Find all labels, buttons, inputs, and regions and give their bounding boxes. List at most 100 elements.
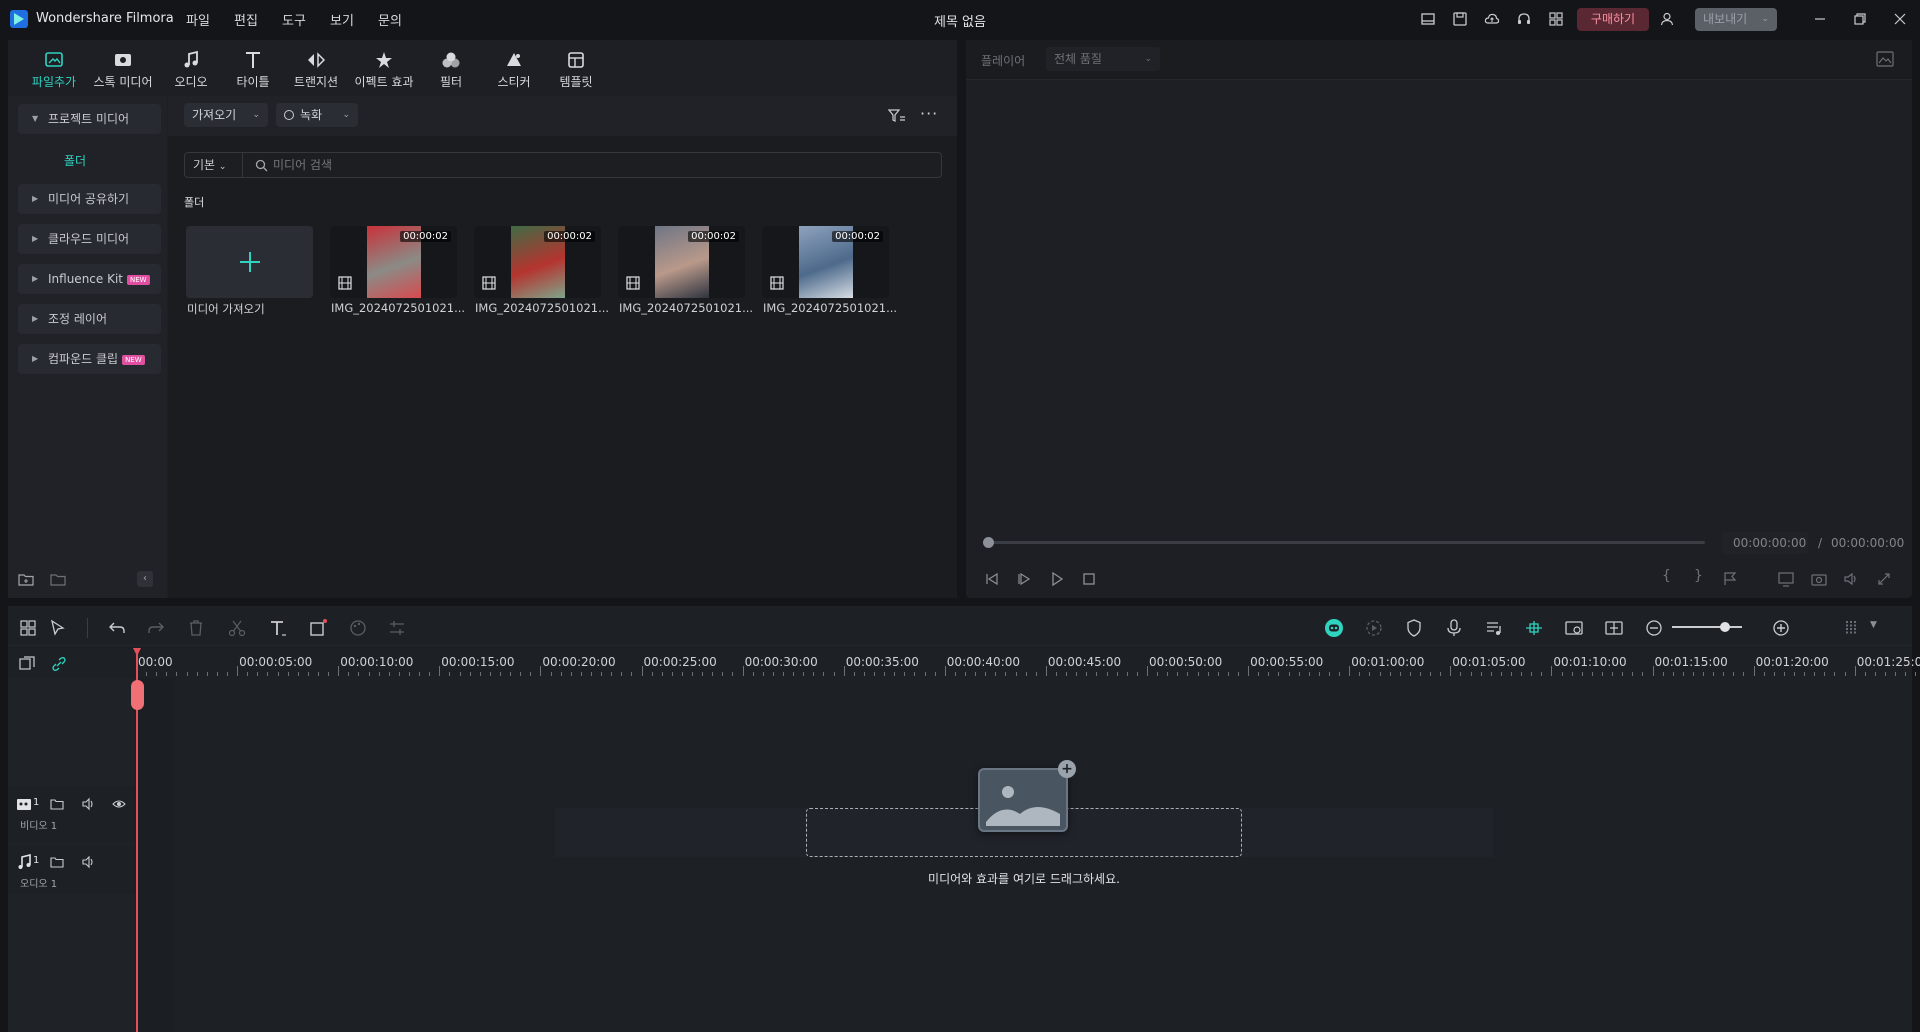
- account-icon[interactable]: [1659, 11, 1675, 27]
- snapshot-image-icon[interactable]: [1876, 51, 1894, 67]
- menu-tools[interactable]: 도구: [282, 10, 306, 29]
- cloud-upload-icon[interactable]: [1484, 11, 1500, 27]
- media-clip[interactable]: 00:00:02: [474, 226, 601, 298]
- color-palette-icon[interactable]: [348, 618, 368, 638]
- track-folder-icon[interactable]: [50, 855, 64, 869]
- menu-help[interactable]: 문의: [378, 10, 402, 29]
- template-icon: [568, 52, 584, 68]
- menu-edit[interactable]: 편집: [234, 10, 258, 29]
- mark-in-icon[interactable]: {: [1662, 568, 1671, 584]
- zoom-in-icon[interactable]: [1771, 618, 1791, 638]
- export-button[interactable]: 내보내기 ⌄: [1695, 8, 1777, 31]
- sidebar-item-cloud-media[interactable]: ▶ 클라우드 미디어: [18, 224, 161, 254]
- microphone-icon[interactable]: [1444, 618, 1464, 638]
- new-folder-icon[interactable]: [18, 571, 34, 587]
- search-input[interactable]: [273, 155, 913, 175]
- toolbar-templates[interactable]: 템플릿: [552, 50, 600, 90]
- marker-flag-icon[interactable]: [1722, 571, 1738, 587]
- sidebar-folder[interactable]: 폴더: [64, 152, 86, 169]
- audio-list-icon[interactable]: [1484, 618, 1504, 638]
- ai-assistant-icon[interactable]: [1324, 618, 1344, 638]
- speaker-icon[interactable]: [82, 855, 96, 869]
- speaker-icon[interactable]: [82, 797, 96, 811]
- ruler-tick-label: 00:00:10:00: [340, 655, 414, 669]
- layout-icon[interactable]: [1420, 11, 1436, 27]
- redo-icon[interactable]: [146, 618, 166, 638]
- media-clip[interactable]: 00:00:02: [618, 226, 745, 298]
- sidebar-project-media[interactable]: ▼ 프로젝트 미디어: [18, 104, 161, 134]
- sidebar-item-compound-clip[interactable]: ▶ 컴파운드 클립 NEW: [18, 344, 161, 374]
- layout-grid-icon[interactable]: [18, 618, 38, 638]
- buy-button[interactable]: 구매하기: [1577, 8, 1649, 31]
- sidebar-item-media-share[interactable]: ▶ 미디어 공유하기: [18, 184, 161, 214]
- toolbar-stock-media[interactable]: 스톡 미디어: [88, 50, 158, 90]
- shield-icon[interactable]: [1404, 618, 1424, 638]
- sort-dropdown[interactable]: 기본 ⌄: [185, 153, 243, 177]
- playback-progress-knob[interactable]: [983, 537, 994, 548]
- sidebar-item-influence-kit[interactable]: ▶ Influence Kit NEW: [18, 264, 161, 294]
- triangle-right-icon: ▶: [32, 274, 39, 283]
- restore-icon[interactable]: [1852, 11, 1868, 27]
- split-view-icon[interactable]: [1604, 618, 1624, 638]
- clip-duration: 00:00:02: [400, 231, 451, 242]
- import-dropdown[interactable]: 가져오기 ⌄: [184, 103, 268, 127]
- filter-sort-icon[interactable]: [888, 108, 906, 124]
- toolbar-titles[interactable]: 타이틀: [228, 50, 278, 90]
- headset-support-icon[interactable]: [1516, 11, 1532, 27]
- play-icon[interactable]: [1049, 571, 1065, 587]
- toolbar-transitions[interactable]: 트랜지션: [288, 50, 344, 90]
- menu-view[interactable]: 보기: [330, 10, 354, 29]
- import-media-card[interactable]: [186, 226, 313, 298]
- chevron-down-icon[interactable]: ▼: [1870, 620, 1877, 630]
- volume-icon[interactable]: [1843, 571, 1859, 587]
- snap-magnet-icon[interactable]: [1524, 618, 1544, 638]
- media-clip[interactable]: 00:00:02: [762, 226, 889, 298]
- ruler-tick-mark: [186, 672, 188, 676]
- apps-grid-icon[interactable]: [1548, 11, 1564, 27]
- zoom-out-icon[interactable]: [1644, 618, 1664, 638]
- pip-overlay-icon[interactable]: [1564, 618, 1584, 638]
- ruler-tick-mark: [651, 672, 653, 676]
- link-icon[interactable]: [50, 655, 68, 673]
- ruler-tick-mark: [419, 672, 421, 676]
- more-options-icon[interactable]: ···: [920, 104, 938, 123]
- save-icon[interactable]: [1452, 11, 1468, 27]
- folder-icon[interactable]: [50, 571, 66, 587]
- quality-dropdown[interactable]: 전체 품질 ⌄: [1046, 47, 1160, 71]
- playback-progress-bar[interactable]: [987, 541, 1705, 544]
- add-track-icon[interactable]: [18, 655, 36, 673]
- mark-out-icon[interactable]: }: [1694, 568, 1703, 584]
- text-tool-icon[interactable]: [268, 618, 288, 638]
- delete-trash-icon[interactable]: [186, 618, 206, 638]
- display-monitor-icon[interactable]: [1778, 571, 1794, 587]
- record-dropdown[interactable]: 녹화 ⌄: [276, 103, 358, 127]
- camera-snapshot-icon[interactable]: [1811, 571, 1827, 587]
- stop-icon[interactable]: [1081, 571, 1097, 587]
- sidebar-item-adjustment-layer[interactable]: ▶ 조정 레이어: [18, 304, 161, 334]
- media-clip[interactable]: 00:00:02: [330, 226, 457, 298]
- toolbar-effects[interactable]: 이펙트 효과: [350, 50, 418, 90]
- select-cursor-icon[interactable]: [48, 618, 68, 638]
- scissors-split-icon[interactable]: [227, 618, 247, 638]
- toolbar-stickers[interactable]: 스티커: [490, 50, 538, 90]
- track-folder-icon[interactable]: [50, 797, 64, 811]
- render-preview-icon[interactable]: [1364, 618, 1384, 638]
- close-icon[interactable]: [1892, 11, 1908, 27]
- crop-tool-icon[interactable]: [308, 618, 328, 638]
- playhead-handle[interactable]: [131, 680, 144, 710]
- play-frame-icon[interactable]: [1016, 571, 1032, 587]
- menu-file[interactable]: 파일: [186, 10, 210, 29]
- ruler-tick-mark: [1177, 672, 1179, 676]
- previous-frame-icon[interactable]: [984, 571, 1000, 587]
- adjust-sliders-icon[interactable]: [387, 618, 407, 638]
- fullscreen-icon[interactable]: [1876, 571, 1892, 587]
- toolbar-filters[interactable]: 필터: [428, 50, 474, 90]
- undo-icon[interactable]: [107, 618, 127, 638]
- timeline-settings-icon[interactable]: [1842, 618, 1862, 638]
- export-label: 내보내기: [1703, 12, 1748, 26]
- eye-visibility-icon[interactable]: [112, 797, 126, 811]
- collapse-sidebar-icon[interactable]: ‹: [137, 571, 153, 587]
- minimize-icon[interactable]: [1812, 11, 1828, 27]
- toolbar-import-media[interactable]: 파일추가: [26, 50, 82, 90]
- toolbar-audio[interactable]: 오디오: [166, 50, 216, 90]
